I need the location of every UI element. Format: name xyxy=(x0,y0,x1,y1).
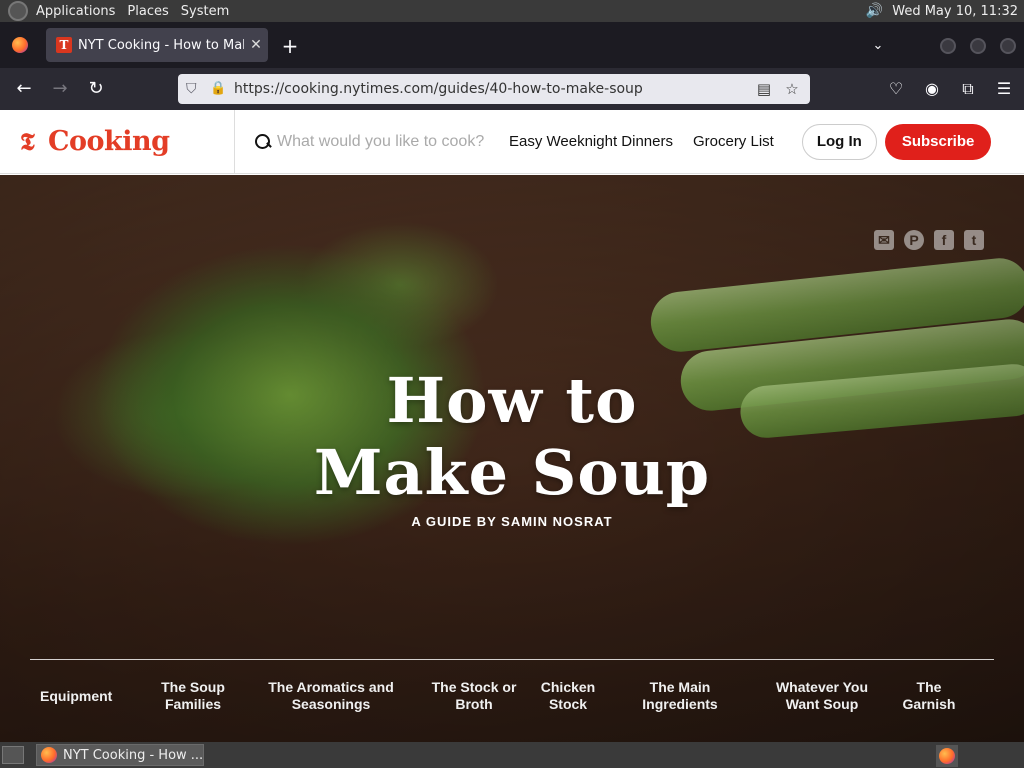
tab-strip: T NYT Cooking - How to Make ✕ + ⌄ xyxy=(0,22,1024,68)
taskbar-window-label: NYT Cooking - How ... xyxy=(62,747,203,763)
firefox-view-button[interactable] xyxy=(0,22,40,68)
title-line-1: How to xyxy=(386,364,638,437)
tab-close-icon[interactable]: ✕ xyxy=(244,37,268,53)
chapter-equipment[interactable]: Equipment xyxy=(40,688,112,705)
cooking-wordmark: Cooking xyxy=(48,126,170,157)
chapter-chicken-stock[interactable]: Chicken Stock xyxy=(536,679,600,713)
tab-title: NYT Cooking - How to Make xyxy=(78,37,244,53)
subscribe-button[interactable]: Subscribe xyxy=(884,123,992,160)
taskbar-firefox-window[interactable]: NYT Cooking - How ... xyxy=(36,744,204,766)
chapter-soup-families[interactable]: The Soup Families xyxy=(150,679,236,713)
menu-applications[interactable]: Applications xyxy=(36,4,115,19)
page-title: How to Make Soup xyxy=(0,365,1024,509)
site-header: 𝕿 Cooking Easy Weeknight Dinners Grocery… xyxy=(0,110,1024,174)
chapter-stock-or-broth[interactable]: The Stock or Broth xyxy=(426,679,522,713)
login-button[interactable]: Log In xyxy=(801,123,877,160)
close-window-button[interactable] xyxy=(1000,38,1016,54)
twitter-icon[interactable]: t xyxy=(964,230,984,250)
chapter-garnish[interactable]: The Garnish xyxy=(902,679,956,713)
minimize-button[interactable] xyxy=(940,38,956,54)
bookmark-star-icon[interactable]: ☆ xyxy=(782,80,802,98)
pinterest-icon[interactable]: P xyxy=(904,230,924,250)
maximize-button[interactable] xyxy=(970,38,986,54)
nyt-t-icon: 𝕿 xyxy=(20,126,35,156)
account-icon[interactable]: ◉ xyxy=(920,76,944,102)
reload-icon[interactable]: ↻ xyxy=(78,73,114,105)
nyt-cooking-logo[interactable]: 𝕿 Cooking xyxy=(0,110,235,174)
toolbar-right: ♡ ◉ ⧉ ☰ xyxy=(884,76,1016,102)
tracking-shield-icon[interactable]: ⛉ xyxy=(186,81,202,97)
chapter-aromatics[interactable]: The Aromatics and Seasonings xyxy=(264,679,398,713)
guide-byline: A GUIDE BY SAMIN NOSRAT xyxy=(411,514,613,529)
extensions-icon[interactable]: ⧉ xyxy=(956,76,980,102)
search-input[interactable] xyxy=(277,132,507,151)
chapter-main-ingredients[interactable]: The Main Ingredients xyxy=(630,679,730,713)
navigation-toolbar: ← → ↻ ⛉ 🔒 https://cooking.nytimes.com/gu… xyxy=(0,68,1024,110)
firefox-icon xyxy=(12,37,28,53)
forward-arrow-icon[interactable]: → xyxy=(42,73,78,105)
back-arrow-icon[interactable]: ← xyxy=(6,73,42,105)
lock-icon[interactable]: 🔒 xyxy=(210,81,226,97)
search-icon[interactable] xyxy=(253,132,273,152)
reader-view-icon[interactable]: ▤ xyxy=(754,80,774,98)
clock[interactable]: Wed May 10, 11:32 xyxy=(892,4,1018,19)
top-panel: Applications Places System 🔊 Wed May 10,… xyxy=(0,0,1024,22)
menu-system[interactable]: System xyxy=(181,4,229,19)
email-icon[interactable]: ✉ xyxy=(874,230,894,250)
hero-image: ✉ P f t How to Make Soup A GUIDE BY SAMI… xyxy=(0,175,1024,742)
share-icons: ✉ P f t xyxy=(874,230,984,250)
firefox-icon xyxy=(939,748,955,764)
menu-places[interactable]: Places xyxy=(127,4,168,19)
url-bar[interactable]: ⛉ 🔒 https://cooking.nytimes.com/guides/4… xyxy=(178,74,810,104)
url-text[interactable]: https://cooking.nytimes.com/guides/40-ho… xyxy=(234,81,754,97)
nyt-favicon-icon: T xyxy=(56,37,72,53)
tab-nyt-cooking[interactable]: T NYT Cooking - How to Make ✕ xyxy=(46,28,268,62)
search-box xyxy=(253,132,509,152)
nav-link-grocery-list[interactable]: Grocery List xyxy=(693,133,774,150)
list-all-tabs-chevron-icon[interactable]: ⌄ xyxy=(868,36,888,56)
show-desktop-icon[interactable] xyxy=(2,746,24,764)
nav-link-easy-weeknight-dinners[interactable]: Easy Weeknight Dinners xyxy=(509,133,673,150)
web-page: 𝕿 Cooking Easy Weeknight Dinners Grocery… xyxy=(0,110,1024,742)
chapter-divider xyxy=(30,659,994,660)
chapter-nav: Equipment The Soup Families The Aromatic… xyxy=(30,679,994,713)
gnome-foot-icon[interactable] xyxy=(8,1,28,21)
tray-firefox-icon[interactable] xyxy=(936,745,958,767)
firefox-icon xyxy=(41,747,57,763)
bottom-panel: NYT Cooking - How ... xyxy=(0,742,1024,768)
new-tab-button[interactable]: + xyxy=(278,34,302,58)
volume-icon[interactable]: 🔊 xyxy=(864,2,884,20)
window-controls xyxy=(940,38,1016,54)
hamburger-menu-icon[interactable]: ☰ xyxy=(992,76,1016,102)
chapter-whatever-you-want-soup[interactable]: Whatever You Want Soup xyxy=(772,679,872,713)
title-line-2: Make Soup xyxy=(313,436,711,509)
pocket-icon[interactable]: ♡ xyxy=(884,76,908,102)
facebook-icon[interactable]: f xyxy=(934,230,954,250)
